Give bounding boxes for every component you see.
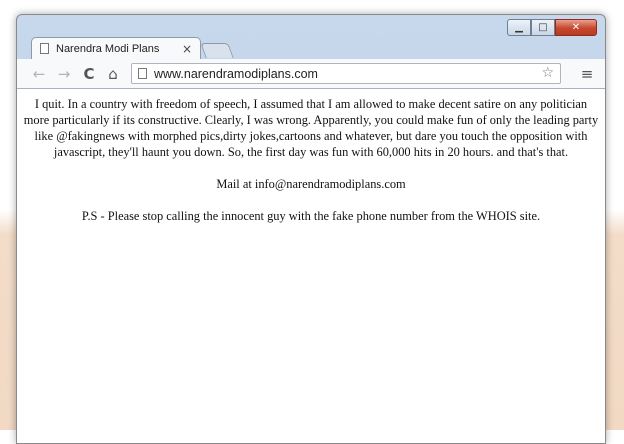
browser-toolbar: ← → C ⌂ www.narendramodiplans.com ☆ ≡ [17,59,605,89]
mail-line: Mail at info@narendramodiplans.com [216,177,406,191]
window-controls: ▁ □ ✕ [507,19,597,36]
page-icon [138,68,147,79]
tab-narendra-modi-plans[interactable]: Narendra Modi Plans × [31,37,201,59]
star-icon[interactable]: ☆ [541,65,554,81]
tab-close-icon[interactable]: × [182,42,192,56]
ps-line: P.S - Please stop calling the innocent g… [81,209,541,223]
browser-window: ▁ □ ✕ Narendra Modi Plans × ← → C ⌂ www.… [16,14,606,444]
menu-icon[interactable]: ≡ [577,64,597,84]
back-arrow-icon[interactable]: ← [29,64,49,84]
intro-paragraph: I quit. In a country with freedom of spe… [23,97,599,159]
page-content: I quit. In a country with freedom of spe… [17,89,605,443]
reload-icon[interactable]: C [79,64,99,84]
address-bar[interactable]: www.narendramodiplans.com ☆ [131,63,561,84]
page-icon [40,43,49,54]
new-tab-button[interactable] [200,43,234,58]
tab-strip: Narendra Modi Plans × [25,35,325,59]
forward-arrow-icon[interactable]: → [54,64,74,84]
tab-title: Narendra Modi Plans [56,42,160,55]
close-window-button[interactable]: ✕ [555,19,597,36]
url-text: www.narendramodiplans.com [154,66,318,81]
home-icon[interactable]: ⌂ [103,64,123,84]
minimize-button[interactable]: ▁ [507,19,531,36]
maximize-button[interactable]: □ [531,19,555,36]
